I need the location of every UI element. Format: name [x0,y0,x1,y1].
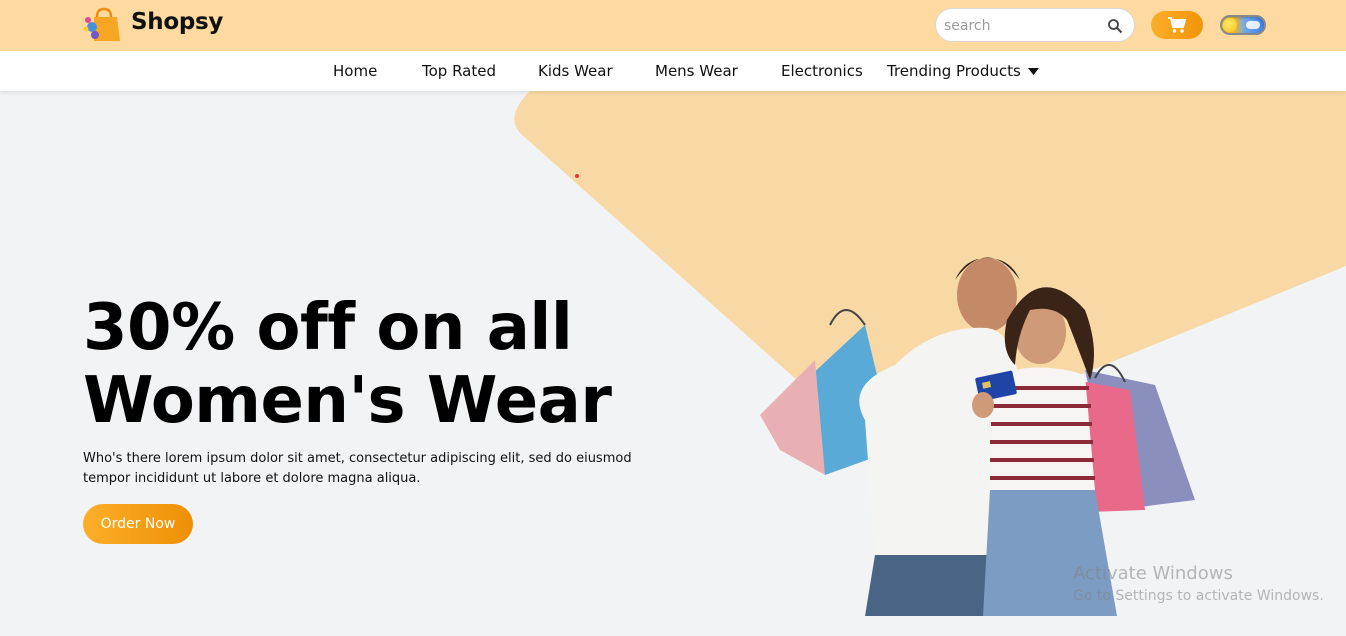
nav-item-top-rated[interactable]: Top Rated [422,62,496,80]
nav-item-mens-wear[interactable]: Mens Wear [655,62,738,80]
search-input[interactable] [944,15,1094,37]
search-box [935,8,1135,42]
nav-item-home[interactable]: Home [333,62,377,80]
couple-with-shopping-bags-image [760,257,1195,616]
cloud-icon [1246,21,1260,29]
top-bar: Shopsy [0,0,1346,51]
nav-item-kids-wear[interactable]: Kids Wear [538,62,613,80]
activate-windows-subtitle: Go to Settings to activate Windows. [1073,588,1324,604]
nav-item-trending-label: Trending Products [887,62,1021,80]
cart-icon [1168,17,1187,33]
order-now-button[interactable]: Order Now [83,504,193,544]
nav-item-electronics[interactable]: Electronics [781,62,863,80]
sun-icon [1223,18,1237,32]
hero-description: Who's there lorem ipsum dolor sit amet, … [83,451,632,486]
main-nav: Home Top Rated Kids Wear Mens Wear Elect… [0,51,1346,91]
caret-down-icon [1027,68,1039,75]
shopping-bag-icon[interactable] [83,7,123,43]
cart-button[interactable] [1151,11,1203,39]
hero-title: 30% off on all Women's Wear [83,291,612,438]
brand-name[interactable]: Shopsy [131,9,223,35]
search-icon[interactable] [1107,18,1123,34]
day-night-toggle-icon[interactable] [1220,15,1266,35]
activate-windows-title: Activate Windows [1073,563,1233,584]
nav-item-trending-products[interactable]: Trending Products [887,62,1039,80]
